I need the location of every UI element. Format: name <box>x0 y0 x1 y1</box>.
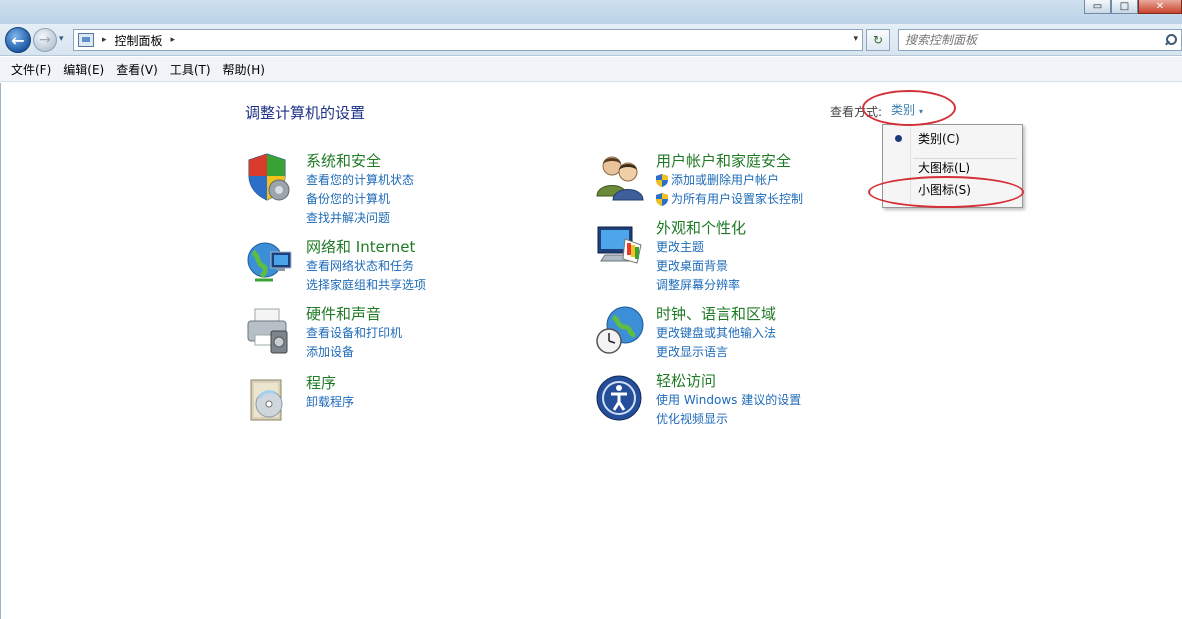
category-title[interactable]: 程序 <box>306 374 354 392</box>
category-title[interactable]: 网络和 Internet <box>306 238 426 256</box>
printer-icon <box>245 305 295 355</box>
category-title[interactable]: 系统和安全 <box>306 152 414 170</box>
link-change-keyboard[interactable]: 更改键盘或其他输入法 <box>656 324 776 343</box>
link-view-computer-status[interactable]: 查看您的计算机状态 <box>306 171 414 190</box>
link-homegroup-sharing[interactable]: 选择家庭组和共享选项 <box>306 276 426 295</box>
category-appearance: 外观和个性化 更改主题 更改桌面背景 调整屏幕分辨率 <box>595 219 746 295</box>
caption-buttons: ▭ □ ✕ <box>1084 0 1182 14</box>
link-parental-controls[interactable]: 为所有用户设置家长控制 <box>656 190 803 209</box>
address-dropdown-icon[interactable]: ▾ <box>853 34 858 44</box>
link-change-theme[interactable]: 更改主题 <box>656 238 746 257</box>
category-title[interactable]: 硬件和声音 <box>306 305 402 323</box>
link-recommended-settings[interactable]: 使用 Windows 建议的设置 <box>656 391 801 410</box>
view-by-value: 类别 <box>891 103 916 117</box>
security-shield-icon <box>245 152 295 202</box>
control-panel-icon <box>78 33 94 47</box>
radio-selected-icon <box>895 135 902 142</box>
menu-file[interactable]: 文件(F) <box>5 59 57 80</box>
minimize-button[interactable]: ▭ <box>1084 0 1111 14</box>
menu-item-category[interactable]: 类别(C) <box>885 127 1020 149</box>
menu-item-large-icons[interactable]: 大图标(L) <box>885 156 1020 178</box>
link-add-remove-users[interactable]: 添加或删除用户帐户 <box>656 171 803 190</box>
search-box[interactable] <box>898 29 1182 51</box>
users-icon <box>595 152 645 202</box>
view-by-menu: 类别(C) 大图标(L) 小图标(S) <box>882 124 1023 208</box>
forward-button[interactable]: → <box>33 28 57 52</box>
breadcrumb-control-panel[interactable]: 控制面板 <box>115 32 163 49</box>
category-title[interactable]: 用户帐户和家庭安全 <box>656 152 803 170</box>
recent-pages-button[interactable]: ▾ <box>59 34 64 44</box>
category-system-security: 系统和安全 查看您的计算机状态 备份您的计算机 查找并解决问题 <box>245 152 414 228</box>
maximize-button[interactable]: □ <box>1111 0 1138 14</box>
category-ease-of-access: 轻松访问 使用 Windows 建议的设置 优化视频显示 <box>595 372 801 429</box>
address-bar[interactable]: ▸ 控制面板 ▸ ▾ <box>73 29 863 51</box>
link-network-status[interactable]: 查看网络状态和任务 <box>306 257 426 276</box>
link-devices-printers[interactable]: 查看设备和打印机 <box>306 324 402 343</box>
menu-help[interactable]: 帮助(H) <box>217 59 271 80</box>
chevron-down-icon: ▾ <box>919 107 924 116</box>
link-screen-resolution[interactable]: 调整屏幕分辨率 <box>656 276 746 295</box>
menu-edit[interactable]: 编辑(E) <box>57 59 110 80</box>
network-globe-icon <box>245 238 295 288</box>
category-title[interactable]: 时钟、语言和区域 <box>656 305 776 323</box>
breadcrumb-arrow-icon[interactable]: ▸ <box>102 35 107 45</box>
menu-item-label: 大图标(L) <box>918 160 971 175</box>
link-text: 添加或删除用户帐户 <box>671 173 780 187</box>
refresh-icon: ↻ <box>872 33 884 47</box>
link-change-background[interactable]: 更改桌面背景 <box>656 257 746 276</box>
back-button[interactable]: ← <box>5 27 31 53</box>
back-arrow-icon: ← <box>11 30 25 50</box>
clock-globe-icon <box>595 305 645 355</box>
menu-item-label: 类别(C) <box>918 131 960 146</box>
uac-shield-icon <box>656 193 668 206</box>
menu-item-label: 小图标(S) <box>918 182 971 197</box>
link-optimize-visual[interactable]: 优化视频显示 <box>656 410 801 429</box>
menu-item-small-icons[interactable]: 小图标(S) <box>885 178 1020 200</box>
programs-disc-icon <box>245 374 295 424</box>
close-button[interactable]: ✕ <box>1138 0 1182 14</box>
view-by-label: 查看方式: <box>830 105 883 119</box>
category-hardware-sound: 硬件和声音 查看设备和打印机 添加设备 <box>245 305 402 362</box>
navigation-bar: ← → ▾ ▸ 控制面板 ▸ ▾ ↻ <box>0 24 1182 56</box>
link-backup-computer[interactable]: 备份您的计算机 <box>306 190 414 209</box>
category-network-internet: 网络和 Internet 查看网络状态和任务 选择家庭组和共享选项 <box>245 238 426 295</box>
monitor-palette-icon <box>595 219 645 269</box>
refresh-button[interactable]: ↻ <box>866 29 890 51</box>
category-title[interactable]: 外观和个性化 <box>656 219 746 237</box>
view-by-button[interactable]: 类别 ▾ <box>891 101 923 118</box>
page-title: 调整计算机的设置 <box>245 104 366 122</box>
category-clock-language-region: 时钟、语言和区域 更改键盘或其他输入法 更改显示语言 <box>595 305 776 362</box>
link-change-display-language[interactable]: 更改显示语言 <box>656 343 776 362</box>
menu-view[interactable]: 查看(V) <box>110 59 164 80</box>
category-user-accounts: 用户帐户和家庭安全 添加或删除用户帐户 为所有用户设置家长控制 <box>595 152 803 209</box>
title-bar: ▭ □ ✕ <box>0 0 1182 26</box>
ease-of-access-icon <box>595 372 645 422</box>
breadcrumb-arrow-icon[interactable]: ▸ <box>171 35 176 45</box>
search-input[interactable] <box>905 31 1163 49</box>
category-programs: 程序 卸载程序 <box>245 374 354 424</box>
search-icon[interactable] <box>1163 33 1177 47</box>
link-add-device[interactable]: 添加设备 <box>306 343 402 362</box>
link-uninstall-program[interactable]: 卸载程序 <box>306 393 354 412</box>
category-title[interactable]: 轻松访问 <box>656 372 801 390</box>
menu-bar: 文件(F) 编辑(E) 查看(V) 工具(T) 帮助(H) <box>0 57 1182 82</box>
uac-shield-icon <box>656 174 668 187</box>
forward-arrow-icon: → <box>39 32 51 48</box>
menu-tools[interactable]: 工具(T) <box>164 59 217 80</box>
link-text: 为所有用户设置家长控制 <box>671 192 804 206</box>
link-troubleshoot[interactable]: 查找并解决问题 <box>306 209 414 228</box>
